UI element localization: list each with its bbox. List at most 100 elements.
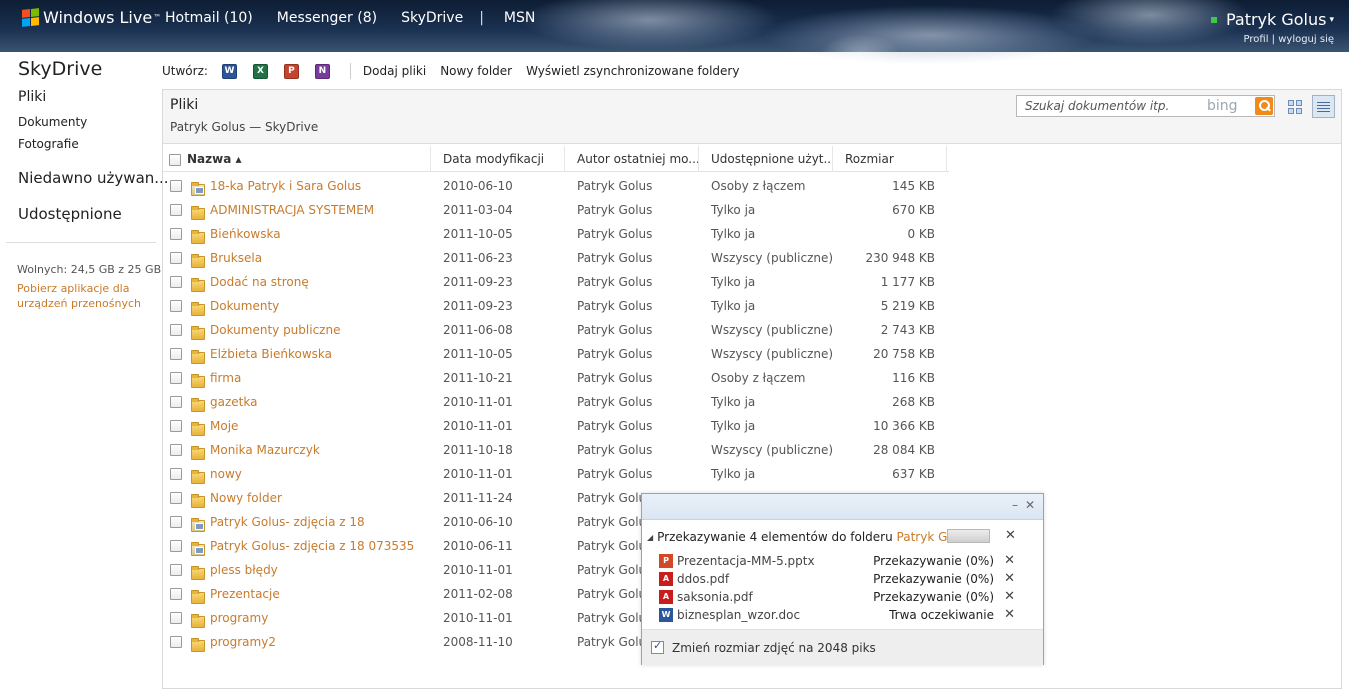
row-checkbox[interactable] bbox=[170, 174, 182, 198]
row-name[interactable]: pless błędy bbox=[210, 558, 278, 582]
row-checkbox[interactable] bbox=[170, 366, 182, 390]
nav-messenger[interactable]: Messenger (8) bbox=[277, 10, 377, 26]
add-files-button[interactable]: Dodaj pliki bbox=[363, 64, 426, 78]
nav-skydrive[interactable]: SkyDrive bbox=[401, 10, 463, 26]
row-checkbox[interactable] bbox=[170, 270, 182, 294]
windows-live-logo[interactable]: Windows Live ™ bbox=[22, 8, 161, 27]
row-name[interactable]: programy2 bbox=[210, 630, 276, 654]
sidebar-item-shared[interactable]: Udostępnione bbox=[18, 205, 122, 223]
sidebar-title[interactable]: SkyDrive bbox=[18, 58, 102, 80]
row-name[interactable]: Dodać na stronę bbox=[210, 270, 309, 294]
row-checkbox[interactable] bbox=[170, 606, 182, 630]
upload-item-list: P Prezentacja-MM-5.pptx Przekazywanie (0%)… bbox=[659, 552, 1019, 624]
row-name[interactable]: Nowy folder bbox=[210, 486, 282, 510]
column-author[interactable]: Autor ostatniej mo... bbox=[565, 146, 699, 172]
table-row[interactable]: ADMINISTRACJA SYSTEMEM 2011-03-04 Patryk G… bbox=[163, 198, 949, 222]
row-name[interactable]: Patryk Golus- zdjęcia z 18 bbox=[210, 510, 365, 534]
show-synced-folders-button[interactable]: Wyświetl zsynchronizowane foldery bbox=[526, 64, 739, 78]
table-row[interactable]: Monika Mazurczyk 2011-10-18 Patryk Golus Ws… bbox=[163, 438, 949, 462]
row-checkbox[interactable] bbox=[170, 246, 182, 270]
cancel-upload-icon[interactable]: ✕ bbox=[1004, 606, 1015, 624]
table-row[interactable]: Dokumenty 2011-09-23 Patryk Golus Tylko ja 5… bbox=[163, 294, 949, 318]
table-row[interactable]: Moje 2010-11-01 Patryk Golus Tylko ja 10 366… bbox=[163, 414, 949, 438]
user-name-button[interactable]: Patryk Golus ▾ bbox=[1210, 10, 1334, 29]
breadcrumb[interactable]: Patryk Golus — SkyDrive bbox=[170, 120, 318, 134]
row-checkbox[interactable] bbox=[170, 582, 182, 606]
row-checkbox[interactable] bbox=[170, 438, 182, 462]
row-name[interactable]: programy bbox=[210, 606, 268, 630]
row-name[interactable]: ADMINISTRACJA SYSTEMEM bbox=[210, 198, 374, 222]
sidebar-item-recent[interactable]: Niedawno używan... bbox=[18, 169, 169, 187]
cancel-upload-icon[interactable]: ✕ bbox=[1004, 588, 1015, 606]
row-name[interactable]: Monika Mazurczyk bbox=[210, 438, 320, 462]
row-checkbox[interactable] bbox=[170, 486, 182, 510]
tiles-view-button[interactable] bbox=[1283, 95, 1306, 118]
row-name[interactable]: gazetka bbox=[210, 390, 257, 414]
nav-msn[interactable]: MSN bbox=[504, 10, 535, 26]
row-checkbox[interactable] bbox=[170, 630, 182, 654]
table-row[interactable]: 18-ka Patryk i Sara Golus 2010-06-10 Patry… bbox=[163, 174, 949, 198]
row-name[interactable]: Bruksela bbox=[210, 246, 262, 270]
collapse-icon[interactable]: ◢ bbox=[647, 533, 653, 542]
table-row[interactable]: Bruksela 2011-06-23 Patryk Golus Wszyscy (p… bbox=[163, 246, 949, 270]
row-checkbox[interactable] bbox=[170, 414, 182, 438]
minimize-icon[interactable]: – bbox=[1012, 498, 1018, 512]
table-row[interactable]: firma 2011-10-21 Patryk Golus Osoby z łącze… bbox=[163, 366, 949, 390]
row-checkbox[interactable] bbox=[170, 342, 182, 366]
search-icon[interactable] bbox=[1255, 97, 1273, 115]
row-checkbox[interactable] bbox=[170, 558, 182, 582]
row-name[interactable]: Patryk Golus- zdjęcia z 18 073535 bbox=[210, 534, 414, 558]
table-row[interactable]: gazetka 2010-11-01 Patryk Golus Tylko ja 268… bbox=[163, 390, 949, 414]
row-size: 268 KB bbox=[892, 395, 935, 409]
row-checkbox[interactable] bbox=[170, 510, 182, 534]
sidebar-item-documents[interactable]: Dokumenty bbox=[18, 115, 87, 129]
row-name[interactable]: firma bbox=[210, 366, 241, 390]
logout-link[interactable]: wyloguj się bbox=[1278, 34, 1334, 45]
row-checkbox[interactable] bbox=[170, 198, 182, 222]
new-folder-button[interactable]: Nowy folder bbox=[440, 64, 512, 78]
excel-icon[interactable]: X bbox=[252, 63, 268, 79]
row-size: 2 743 KB bbox=[880, 323, 935, 337]
row-checkbox[interactable] bbox=[170, 222, 182, 246]
search-input[interactable] bbox=[1017, 96, 1197, 116]
table-row[interactable]: Bieńkowska 2011-10-05 Patryk Golus Tylko ja… bbox=[163, 222, 949, 246]
resize-photos-label[interactable]: Zmień rozmiar zdjęć na 2048 piks bbox=[672, 641, 876, 655]
row-name[interactable]: Moje bbox=[210, 414, 238, 438]
close-icon[interactable]: ✕ bbox=[1025, 498, 1035, 512]
column-shared[interactable]: Udostępnione użyt... bbox=[699, 146, 833, 172]
sidebar-item-files[interactable]: Pliki bbox=[18, 89, 46, 105]
sidebar-item-photos[interactable]: Fotografie bbox=[18, 137, 79, 151]
row-checkbox[interactable] bbox=[170, 462, 182, 486]
cancel-all-icon[interactable]: ✕ bbox=[1005, 528, 1016, 543]
row-name[interactable]: Dokumenty publiczne bbox=[210, 318, 340, 342]
row-checkbox[interactable] bbox=[170, 390, 182, 414]
word-icon[interactable]: W bbox=[221, 63, 237, 79]
table-row[interactable]: Dokumenty publiczne 2011-06-08 Patryk Golu… bbox=[163, 318, 949, 342]
table-row[interactable]: nowy 2010-11-01 Patryk Golus Tylko ja 637 KB bbox=[163, 462, 949, 486]
row-name[interactable]: Bieńkowska bbox=[210, 222, 281, 246]
row-name[interactable]: Dokumenty bbox=[210, 294, 279, 318]
profile-link[interactable]: Profil bbox=[1244, 34, 1269, 45]
resize-photos-checkbox[interactable] bbox=[651, 639, 664, 654]
powerpoint-icon[interactable]: P bbox=[283, 63, 299, 79]
cancel-upload-icon[interactable]: ✕ bbox=[1004, 570, 1015, 588]
row-checkbox[interactable] bbox=[170, 294, 182, 318]
row-checkbox[interactable] bbox=[170, 318, 182, 342]
row-name[interactable]: nowy bbox=[210, 462, 242, 486]
select-all-checkbox[interactable] bbox=[169, 153, 181, 166]
onenote-icon[interactable]: N bbox=[314, 63, 330, 79]
mobile-apps-link[interactable]: Pobierz aplikacje dla urządzeń przenośny… bbox=[17, 281, 157, 311]
row-name[interactable]: 18-ka Patryk i Sara Golus bbox=[210, 174, 361, 198]
row-checkbox[interactable] bbox=[170, 534, 182, 558]
column-name[interactable]: Nazwa ▴ bbox=[163, 146, 431, 172]
nav-hotmail[interactable]: Hotmail (10) bbox=[165, 10, 253, 26]
row-name[interactable]: Prezentacje bbox=[210, 582, 280, 606]
table-row[interactable]: Dodać na stronę 2011-09-23 Patryk Golus Tyl… bbox=[163, 270, 949, 294]
row-name[interactable]: Elżbieta Bieńkowska bbox=[210, 342, 332, 366]
column-date[interactable]: Data modyfikacji bbox=[431, 146, 565, 172]
column-size[interactable]: Rozmiar bbox=[833, 146, 947, 172]
table-row[interactable]: Elżbieta Bieńkowska 2011-10-05 Patryk Golu… bbox=[163, 342, 949, 366]
cancel-upload-icon[interactable]: ✕ bbox=[1004, 552, 1015, 570]
upload-group[interactable]: ◢ Przekazywanie 4 elementów do folderu P… bbox=[647, 528, 1032, 546]
details-view-button[interactable] bbox=[1312, 95, 1335, 118]
